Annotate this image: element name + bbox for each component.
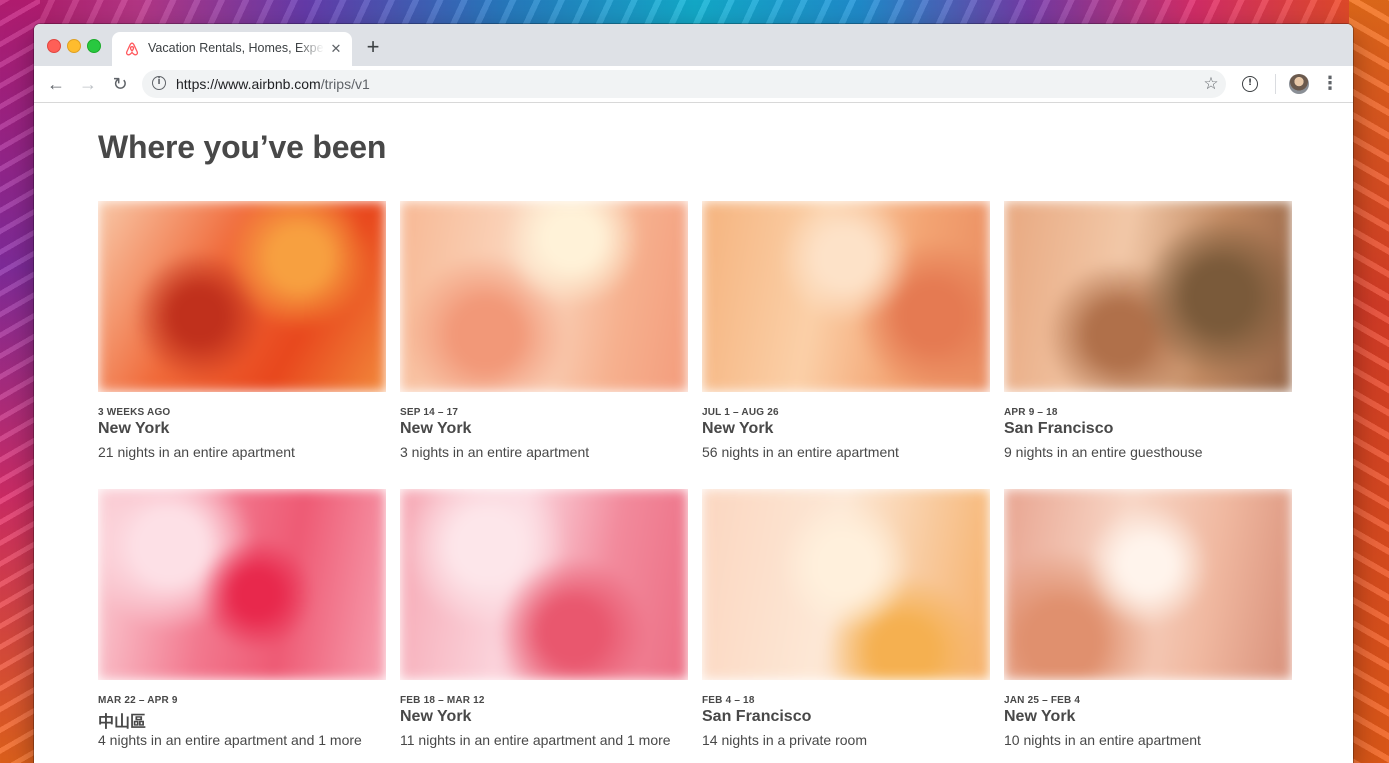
extension-icon[interactable]: ! <box>1242 76 1258 92</box>
bookmark-star-icon[interactable]: ☆ <box>1200 73 1222 95</box>
trip-photo[interactable] <box>98 201 386 392</box>
trip-city[interactable]: New York <box>1004 708 1075 726</box>
trip-city[interactable]: New York <box>702 420 773 438</box>
url-host: https://www.airbnb.com <box>176 76 321 92</box>
airbnb-logo-icon <box>125 42 139 56</box>
window-minimize-button[interactable] <box>67 39 81 53</box>
trip-photo[interactable] <box>400 201 688 392</box>
tab-airbnb[interactable]: Vacation Rentals, Homes, Experiences & P… <box>112 32 352 66</box>
back-arrow-icon[interactable]: ← <box>44 72 68 96</box>
address-bar[interactable]: i https://www.airbnb.com/trips/v1 ☆ <box>142 70 1226 98</box>
trip-photo[interactable] <box>400 489 688 680</box>
trip-city[interactable]: San Francisco <box>1004 420 1113 438</box>
trip-card[interactable]: JAN 25 – FEB 4 New York 10 nights in an … <box>1004 489 1292 749</box>
browser-toolbar: ← → ↻ i https://www.airbnb.com/trips/v1 … <box>34 66 1353 103</box>
forward-arrow-icon[interactable]: → <box>76 72 100 96</box>
trip-details: 4 nights in an entire apartment and 1 mo… <box>98 732 362 748</box>
window-maximize-button[interactable] <box>87 39 101 53</box>
tab-strip: Vacation Rentals, Homes, Experiences & P… <box>34 24 1353 66</box>
trip-dates: APR 9 – 18 <box>1004 407 1058 418</box>
trip-details: 10 nights in an entire apartment <box>1004 732 1201 748</box>
trip-card[interactable]: JUL 1 – AUG 26 New York 56 nights in an … <box>702 201 990 461</box>
trip-details: 14 nights in a private room <box>702 732 867 748</box>
trip-photo[interactable] <box>1004 201 1292 392</box>
profile-avatar[interactable] <box>1289 74 1309 94</box>
trip-city[interactable]: San Francisco <box>702 708 811 726</box>
url-text[interactable]: https://www.airbnb.com/trips/v1 <box>176 76 370 92</box>
trip-city[interactable]: New York <box>400 420 471 438</box>
trip-city[interactable]: New York <box>98 420 169 438</box>
tab-title: Vacation Rentals, Homes, Experiences & P… <box>148 41 324 55</box>
window-close-button[interactable] <box>47 39 61 53</box>
trip-details: 3 nights in an entire apartment <box>400 444 590 460</box>
trip-photo[interactable] <box>702 201 990 392</box>
trip-dates: JUL 1 – AUG 26 <box>702 407 779 418</box>
trip-dates: FEB 4 – 18 <box>702 695 755 706</box>
browser-menu-icon[interactable]: ⋮ <box>1320 72 1340 96</box>
trip-card[interactable]: FEB 18 – MAR 12 New York 11 nights in an… <box>400 489 688 749</box>
trip-dates: 3 WEEKS AGO <box>98 407 171 418</box>
trip-details: 21 nights in an entire apartment <box>98 444 295 460</box>
new-tab-button[interactable]: + <box>362 36 384 58</box>
page-content: Where you’ve been 3 WEEKS AGO New York 2… <box>34 103 1353 763</box>
trip-details: 9 nights in an entire guesthouse <box>1004 444 1203 460</box>
trip-card[interactable]: FEB 4 – 18 San Francisco 14 nights in a … <box>702 489 990 749</box>
trip-details: 11 nights in an entire apartment and 1 m… <box>400 732 671 748</box>
trip-card[interactable]: SEP 14 – 17 New York 3 nights in an enti… <box>400 201 688 461</box>
reload-icon[interactable]: ↻ <box>108 72 132 96</box>
trip-dates: JAN 25 – FEB 4 <box>1004 695 1081 706</box>
trip-dates: MAR 22 – APR 9 <box>98 695 178 706</box>
trip-card[interactable]: MAR 22 – APR 9 中山區 4 nights in an entire… <box>98 489 386 749</box>
trip-photo[interactable] <box>98 489 386 680</box>
site-info-icon[interactable]: i <box>152 76 166 90</box>
trip-card[interactable]: APR 9 – 18 San Francisco 9 nights in an … <box>1004 201 1292 461</box>
trip-city[interactable]: 中山區 <box>98 708 146 732</box>
trip-dates: FEB 18 – MAR 12 <box>400 695 485 706</box>
tab-close-icon[interactable]: ✕ <box>328 41 344 57</box>
url-path: /trips/v1 <box>320 76 370 92</box>
desktop-wallpaper-right <box>1349 0 1389 763</box>
trip-photo[interactable] <box>1004 489 1292 680</box>
trip-dates: SEP 14 – 17 <box>400 407 459 418</box>
browser-window: Vacation Rentals, Homes, Experiences & P… <box>34 24 1353 763</box>
trip-card[interactable]: 3 WEEKS AGO New York 21 nights in an ent… <box>98 201 386 461</box>
trip-details: 56 nights in an entire apartment <box>702 444 899 460</box>
trip-city[interactable]: New York <box>400 708 471 726</box>
page-title: Where you’ve been <box>98 129 387 165</box>
toolbar-divider <box>1275 74 1276 94</box>
trip-photo[interactable] <box>702 489 990 680</box>
